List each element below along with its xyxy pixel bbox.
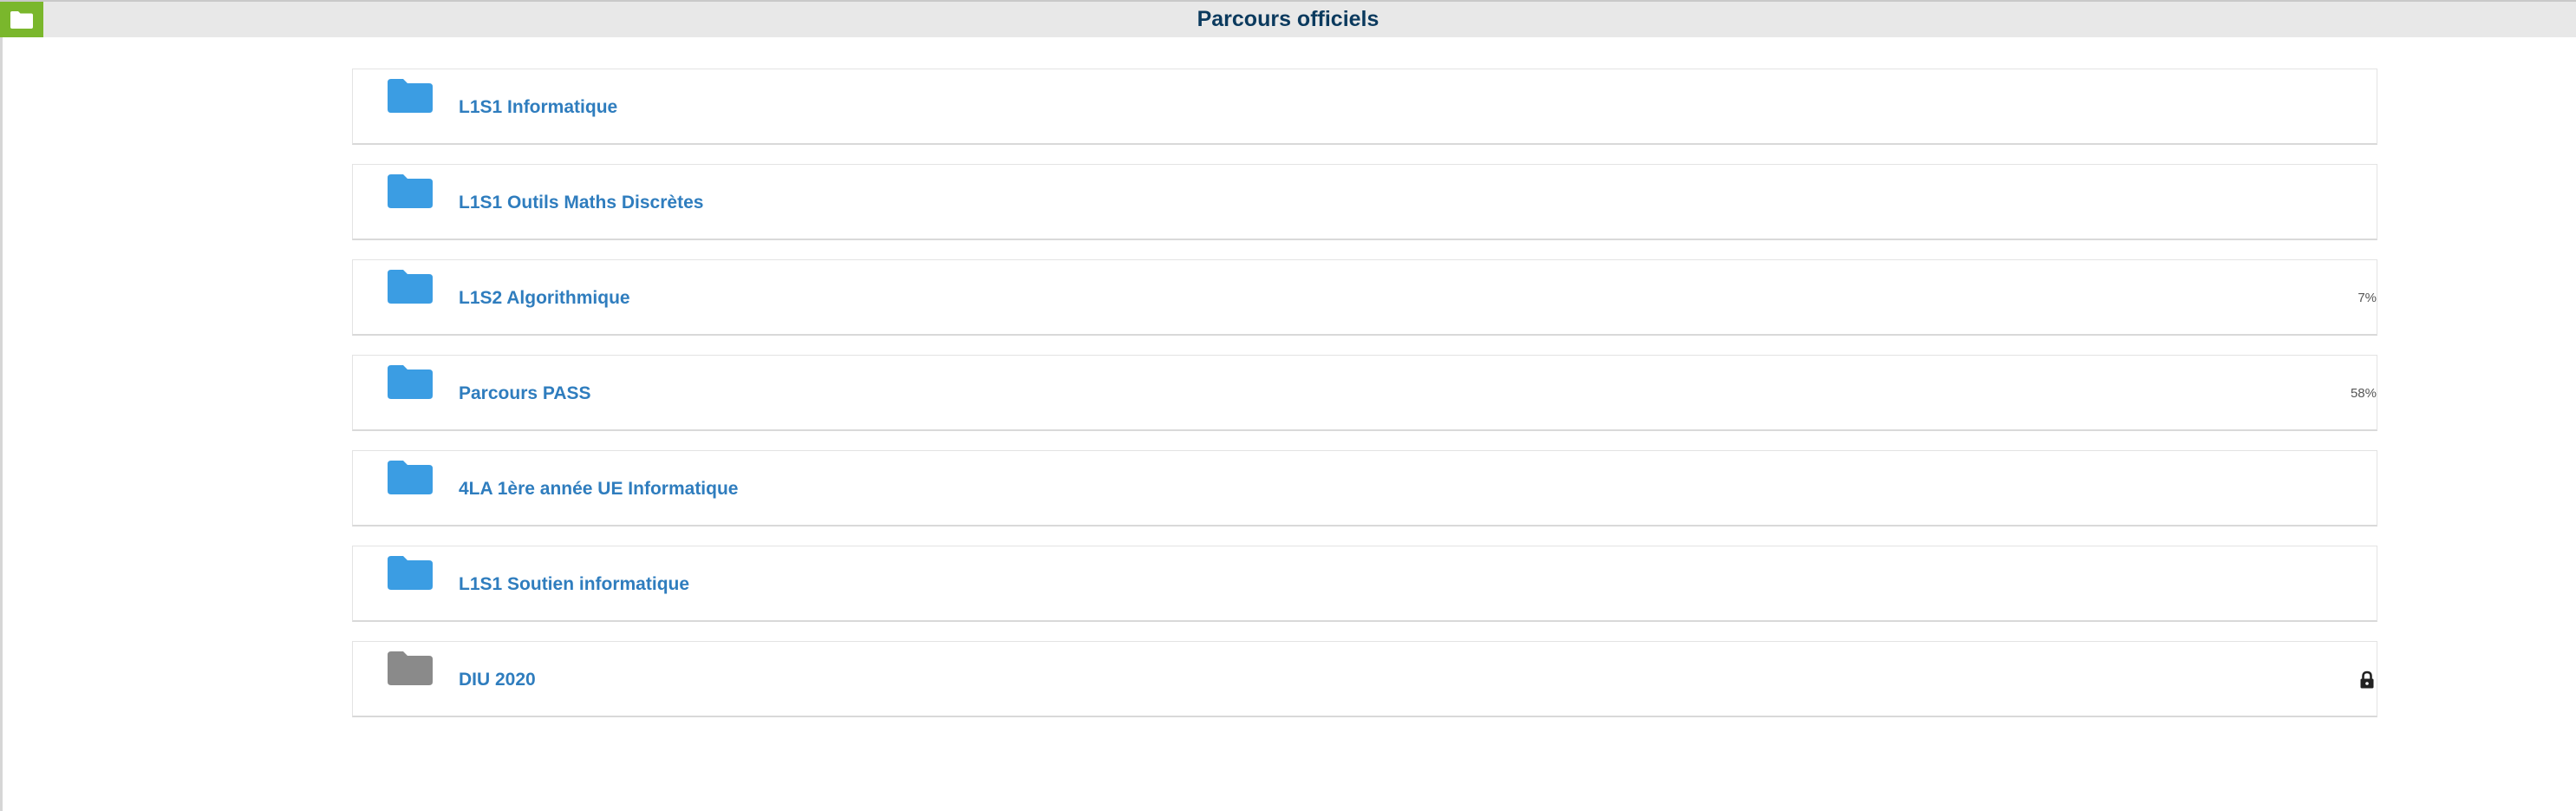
page-title: Parcours officiels [1197, 7, 1379, 31]
lock-icon [2360, 670, 2374, 689]
course-item-6[interactable]: L1S1 Soutien informatique [352, 546, 2377, 622]
course-title[interactable]: L1S2 Algorithmique [459, 260, 630, 337]
course-title[interactable]: L1S1 Soutien informatique [459, 546, 689, 623]
folder-icon [388, 79, 433, 113]
course-title[interactable]: DIU 2020 [459, 642, 536, 718]
header-bar: Parcours officiels [0, 0, 2576, 37]
progress-percentage: 7% [2358, 291, 2377, 305]
folder-icon [388, 461, 433, 494]
folder-icon [388, 270, 433, 304]
course-list: L1S1 Informatique L1S1 Outils Maths Disc… [352, 69, 2377, 736]
course-item-5[interactable]: 4LA 1ère année UE Informatique [352, 450, 2377, 526]
page: Parcours officiels L1S1 Informatique L1S… [0, 0, 2576, 811]
course-title[interactable]: 4LA 1ère année UE Informatique [459, 451, 738, 527]
course-item-1[interactable]: L1S1 Informatique [352, 69, 2377, 145]
folder-icon [388, 651, 433, 685]
left-border [0, 0, 3, 811]
course-title[interactable]: L1S1 Outils Maths Discrètes [459, 165, 703, 241]
course-item-4[interactable]: Parcours PASS 58% [352, 355, 2377, 431]
progress-percentage: 58% [2350, 386, 2377, 401]
course-item-2[interactable]: L1S1 Outils Maths Discrètes [352, 164, 2377, 240]
course-item-7[interactable]: DIU 2020 [352, 641, 2377, 717]
course-title[interactable]: L1S1 Informatique [459, 69, 617, 146]
folder-icon [388, 174, 433, 208]
course-item-3[interactable]: L1S2 Algorithmique 7% [352, 259, 2377, 336]
folder-icon [388, 365, 433, 399]
course-title[interactable]: Parcours PASS [459, 356, 591, 432]
folder-icon [388, 556, 433, 590]
